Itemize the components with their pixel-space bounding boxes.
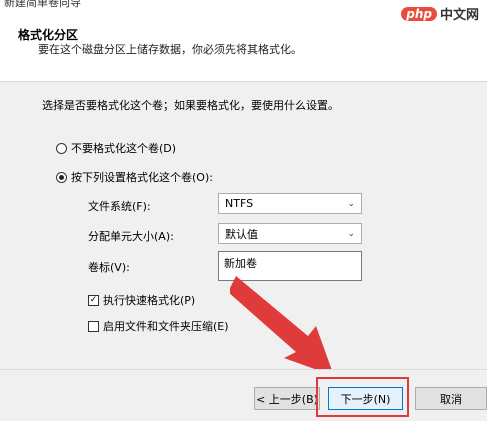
instruction-text: 选择是否要格式化这个卷；如果要格式化，要使用什么设置。 [42, 99, 339, 112]
radio-format[interactable]: 按下列设置格式化这个卷(O): [56, 169, 213, 185]
checkbox-unchecked[interactable] [88, 320, 99, 332]
radio-button-selected[interactable] [56, 171, 67, 183]
alloc-unit-value: 默认值 [225, 227, 258, 241]
filesystem-select[interactable]: NTFS ⌄ [218, 193, 362, 214]
filesystem-label: 文件系统(F): [88, 200, 151, 213]
radio-no-format[interactable]: 不要格式化这个卷(D) [56, 140, 176, 156]
chevron-down-icon: ⌄ [347, 228, 355, 239]
chevron-down-icon: ⌄ [347, 198, 355, 209]
window-title: 新建简单卷向导 [4, 0, 81, 9]
quick-format-option[interactable]: ✓ 执行快速格式化(P) [88, 292, 195, 308]
volume-label-label: 卷标(V): [88, 261, 130, 274]
page-description: 要在这个磁盘分区上储存数据，你必须先将其格式化。 [38, 43, 302, 56]
watermark-logo: php 中文网 [401, 4, 479, 23]
alloc-unit-select[interactable]: 默认值 ⌄ [218, 223, 362, 244]
filesystem-value: NTFS [225, 197, 254, 210]
wizard-footer [0, 370, 487, 421]
checkbox-checked[interactable]: ✓ [88, 294, 99, 306]
watermark-text: 中文网 [439, 8, 479, 23]
quick-format-label: 执行快速格式化(P) [103, 294, 196, 307]
alloc-unit-label: 分配单元大小(A): [88, 230, 174, 243]
radio-format-label: 按下列设置格式化这个卷(O): [71, 171, 213, 184]
compression-option[interactable]: 启用文件和文件夹压缩(E) [88, 318, 229, 334]
annotation-highlight-box [316, 377, 409, 417]
cancel-button[interactable]: 取消 [415, 387, 487, 410]
compression-label: 启用文件和文件夹压缩(E) [103, 320, 229, 333]
watermark-badge: php [401, 6, 437, 21]
radio-no-format-label: 不要格式化这个卷(D) [71, 142, 177, 155]
radio-button[interactable] [56, 142, 67, 154]
back-button[interactable]: < 上一步(B) [254, 387, 320, 410]
